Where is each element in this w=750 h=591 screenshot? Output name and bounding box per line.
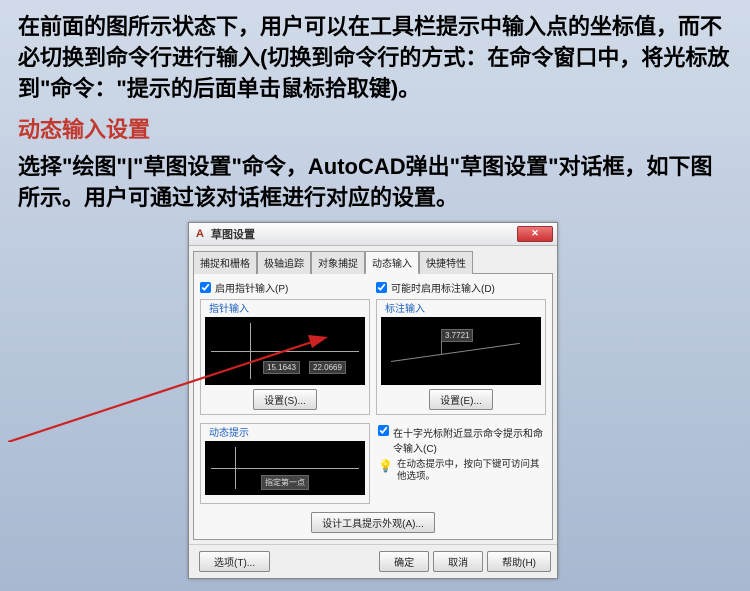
tip-row: 💡 在动态提示中，按向下键可访问其他选项。 xyxy=(378,459,544,484)
dim-value-box: 3.7721 xyxy=(441,329,473,342)
pointer-input-legend: 指针输入 xyxy=(207,300,251,315)
tip-text: 在动态提示中，按向下键可访问其他选项。 xyxy=(397,459,544,484)
pointer-input-settings-button[interactable]: 设置(S)... xyxy=(253,389,317,410)
drafting-settings-dialog: A 草图设置 ✕ 捕捉和栅格 极轴追踪 对象捕捉 动态输入 快捷特性 启用指针输… xyxy=(188,222,558,579)
show-prompt-label: 在十字光标附近显示命令提示和命令输入(C) xyxy=(393,425,544,455)
dim-input-label: 可能时启用标注输入(D) xyxy=(391,280,495,295)
tab-panel: 启用指针输入(P) 指针输入 15.1643 22.0669 设置(S)... xyxy=(193,273,553,540)
close-button[interactable]: ✕ xyxy=(517,226,553,242)
dim-input-settings-button[interactable]: 设置(E)... xyxy=(429,389,493,410)
enable-pointer-input-checkbox[interactable]: 启用指针输入(P) xyxy=(200,280,370,295)
paragraph-2: 选择"绘图"|"草图设置"命令，AutoCAD弹出"草图设置"对话框，如下图所示… xyxy=(18,152,732,214)
show-prompt-near-crosshair-checkbox[interactable]: 在十字光标附近显示命令提示和命令输入(C) xyxy=(378,425,544,455)
tab-strip: 捕捉和栅格 极轴追踪 对象捕捉 动态输入 快捷特性 xyxy=(189,246,557,273)
show-prompt-check[interactable] xyxy=(378,425,389,436)
app-icon: A xyxy=(193,227,207,241)
tab-quick-props[interactable]: 快捷特性 xyxy=(419,251,473,274)
dialog-titlebar[interactable]: A 草图设置 ✕ xyxy=(189,223,557,246)
options-button[interactable]: 选项(T)... xyxy=(199,551,270,572)
dim-input-group: 标注输入 3.7721 设置(E)... xyxy=(376,299,546,415)
coord-y-box: 22.0669 xyxy=(309,361,346,374)
prompt-text-box: 指定第一点 xyxy=(261,475,309,490)
pointer-input-group: 指针输入 15.1643 22.0669 设置(S)... xyxy=(200,299,370,415)
lightbulb-icon: 💡 xyxy=(378,459,393,475)
dialog-title: 草图设置 xyxy=(211,226,517,242)
tab-snap-grid[interactable]: 捕捉和栅格 xyxy=(193,251,257,274)
dynamic-prompt-legend: 动态提示 xyxy=(207,424,251,439)
help-button[interactable]: 帮助(H) xyxy=(487,551,551,572)
close-icon: ✕ xyxy=(531,228,539,239)
section-heading: 动态输入设置 xyxy=(18,112,732,144)
dynamic-prompt-preview: 指定第一点 xyxy=(205,441,365,495)
pointer-input-label: 启用指针输入(P) xyxy=(215,280,288,295)
design-tooltip-appearance-button[interactable]: 设计工具提示外观(A)... xyxy=(311,512,435,533)
enable-dim-input-checkbox[interactable]: 可能时启用标注输入(D) xyxy=(376,280,546,295)
intro-paragraph: 在前面的图所示状态下，用户可以在工具栏提示中输入点的坐标值，而不必切换到命令行进… xyxy=(18,12,732,104)
dim-input-legend: 标注输入 xyxy=(383,300,427,315)
coord-x-box: 15.1643 xyxy=(263,361,300,374)
dim-input-preview: 3.7721 xyxy=(381,317,541,385)
cancel-button[interactable]: 取消 xyxy=(433,551,483,572)
tab-polar[interactable]: 极轴追踪 xyxy=(257,251,311,274)
ok-button[interactable]: 确定 xyxy=(379,551,429,572)
dynamic-prompt-group: 动态提示 指定第一点 xyxy=(200,423,370,504)
tab-dynamic-input[interactable]: 动态输入 xyxy=(365,251,419,274)
pointer-input-check[interactable] xyxy=(200,282,211,293)
tab-osnap[interactable]: 对象捕捉 xyxy=(311,251,365,274)
pointer-input-preview: 15.1643 22.0669 xyxy=(205,317,365,385)
dim-input-check[interactable] xyxy=(376,282,387,293)
